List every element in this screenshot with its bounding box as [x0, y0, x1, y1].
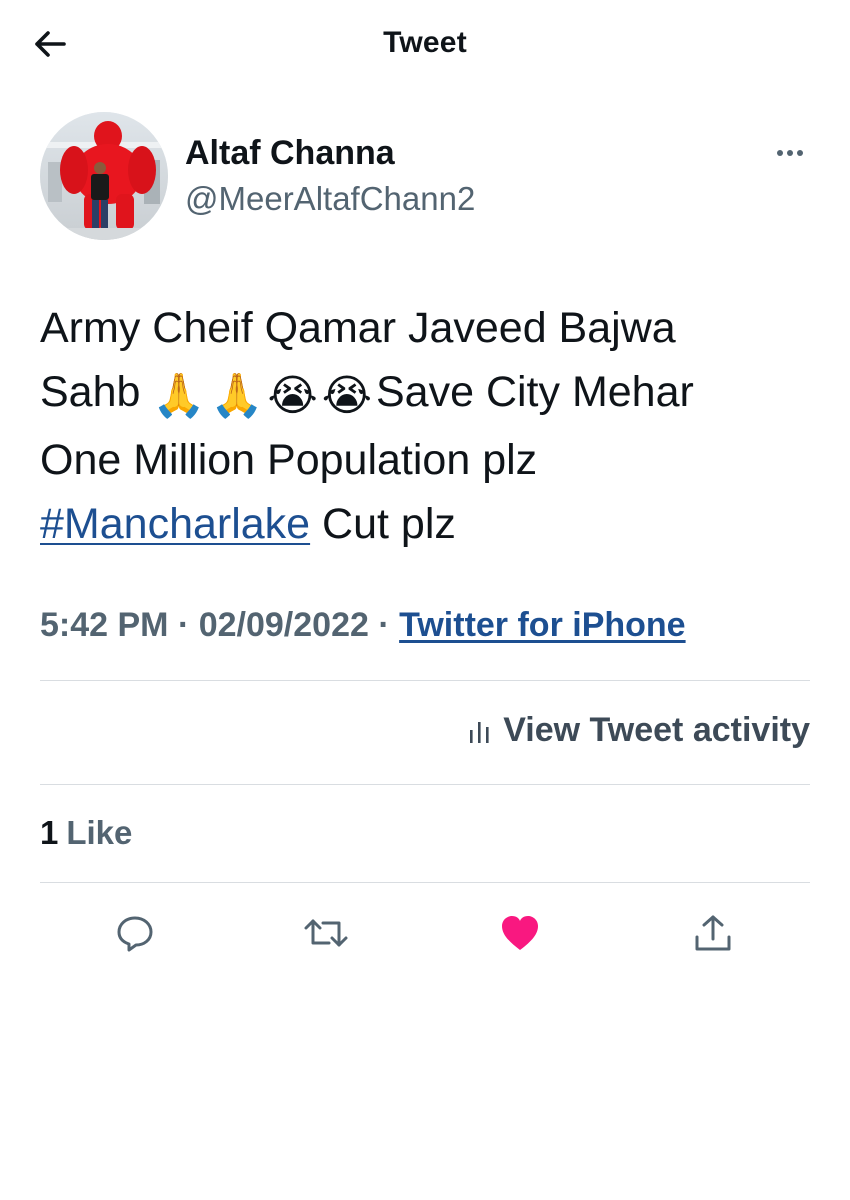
tweet-text-segment: Sahb — [40, 368, 141, 416]
reply-icon — [117, 916, 153, 952]
crying-face-emoji: 😭 — [321, 372, 372, 420]
tweet-text-segment: Cut plz — [310, 500, 456, 548]
likes-count: 1 — [40, 814, 59, 851]
avatar[interactable] — [40, 112, 168, 240]
page-title: Tweet — [383, 26, 467, 59]
folded-hands-emoji: 🙏 — [209, 372, 264, 420]
crying-face-emoji: 😭 — [267, 372, 318, 420]
reply-button[interactable] — [107, 905, 163, 961]
tweet-text-segment: Save City Mehar — [375, 368, 694, 416]
tweet-text-line: #Mancharlake Cut plz — [40, 492, 820, 556]
tweet-action-bar — [0, 905, 850, 961]
tweet-source-link[interactable]: Twitter for iPhone — [399, 606, 685, 644]
likes-label: Like — [66, 814, 133, 851]
folded-hands-emoji: 🙏 — [152, 372, 206, 420]
top-nav-bar: Tweet — [0, 0, 850, 90]
analytics-bars-icon — [469, 716, 491, 744]
display-name[interactable]: Altaf Channa — [185, 134, 395, 173]
retweet-button[interactable] — [298, 905, 354, 961]
view-tweet-activity-button[interactable]: View Tweet activity — [469, 706, 810, 754]
tweet-author: Altaf Channa @MeerAltafChann2 — [40, 110, 810, 242]
divider — [40, 680, 810, 681]
tweet-text-line: Army Cheif Qamar Javeed Bajwa — [40, 304, 676, 352]
divider — [40, 882, 810, 883]
tweet-text: Army Cheif Qamar Javeed Bajwa Sahb 🙏🙏😭😭S… — [40, 296, 820, 556]
divider — [40, 784, 810, 785]
user-handle[interactable]: @MeerAltafChann2 — [185, 180, 475, 218]
likes-count-link[interactable]: 1 Like — [40, 814, 132, 852]
more-horizontal-icon — [777, 150, 803, 156]
activity-label: View Tweet activity — [503, 710, 810, 749]
tweet-time: 5:42 PM — [40, 606, 169, 644]
like-button[interactable] — [492, 905, 548, 961]
avatar-photo — [40, 112, 168, 240]
tweet-date: 02/09/2022 — [198, 606, 369, 644]
tweet-text-line: One Million Population plz — [40, 436, 538, 484]
tweet-meta: 5:42 PM · 02/09/2022 · Twitter for iPhon… — [40, 606, 686, 645]
heart-filled-icon — [502, 916, 538, 950]
hashtag-link[interactable]: #Mancharlake — [40, 500, 310, 548]
meta-separator: · — [168, 606, 199, 644]
tweet-text-line: Sahb 🙏🙏😭😭Save City Mehar — [40, 360, 820, 428]
meta-separator: · — [368, 606, 400, 644]
share-button[interactable] — [685, 905, 741, 961]
retweet-icon — [304, 919, 348, 947]
share-icon — [695, 915, 731, 951]
more-options-button[interactable] — [770, 138, 810, 168]
